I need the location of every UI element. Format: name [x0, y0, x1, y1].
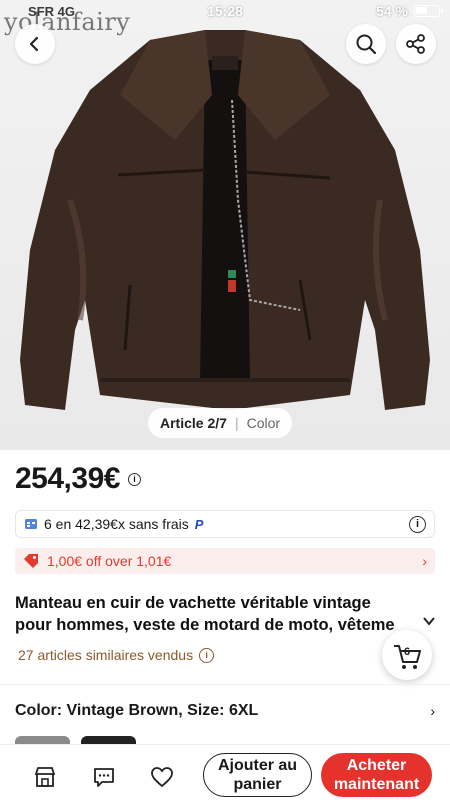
similar-sold-text: 27 articles similaires vendus	[18, 647, 194, 663]
pager-variant: Color	[246, 415, 281, 431]
battery-icon	[414, 5, 443, 17]
share-button[interactable]	[396, 24, 436, 64]
promo-banner[interactable]: 1,00€ off over 1,01€ ›	[15, 548, 435, 574]
floating-cart-button[interactable]: 6	[382, 630, 432, 680]
divider	[0, 684, 450, 685]
price-info-icon[interactable]: i	[127, 472, 141, 486]
product-title-line-1: Manteau en cuir de vachette véritable vi…	[15, 594, 371, 612]
buy-now-button[interactable]: Acheter maintenant	[321, 753, 432, 797]
product-title[interactable]: Manteau en cuir de vachette véritable vi…	[15, 592, 420, 636]
installment-info-icon[interactable]: i	[409, 515, 426, 533]
store-icon[interactable]	[33, 765, 57, 789]
product-image-gallery[interactable]: yolanfairy SFR 4G 15:28 54 % Article 2/7…	[0, 0, 450, 450]
chevron-right-icon: ›	[422, 553, 427, 569]
price-row: 254,39€ i	[15, 462, 141, 496]
battery-percent: 54 %	[376, 3, 408, 19]
chat-icon[interactable]	[92, 765, 116, 789]
buy-now-label: Acheter maintenant	[333, 757, 420, 793]
bottom-action-bar: Ajouter au panier Acheter maintenant	[0, 744, 450, 800]
price: 254,39€	[15, 462, 120, 495]
installment-text: 6 en 42,39€x sans frais	[44, 516, 189, 532]
chevron-down-icon[interactable]	[422, 614, 436, 628]
gallery-pager[interactable]: Article 2/7 | Color	[148, 408, 293, 438]
paypal-logo: P	[194, 516, 204, 532]
battery-indicator: 54 %	[376, 3, 443, 19]
add-to-cart-label: Ajouter au panier	[217, 757, 298, 793]
add-to-cart-button[interactable]: Ajouter au panier	[203, 753, 312, 797]
status-bar: SFR 4G 15:28 54 %	[0, 0, 450, 24]
pager-count: Article 2/7	[160, 415, 227, 431]
info-icon: i	[199, 647, 215, 663]
chevron-left-icon	[29, 36, 39, 52]
search-icon	[356, 34, 377, 55]
variant-selector[interactable]: Color: Vintage Brown, Size: 6XL ›	[15, 702, 435, 720]
variant-thumb[interactable]	[15, 736, 70, 744]
product-title-line-2: pour hommes, veste de motard de moto, vê…	[15, 616, 395, 634]
installment-banner[interactable]: 6 en 42,39€x sans frais P i	[15, 510, 435, 538]
variant-thumb[interactable]	[81, 736, 136, 744]
cart-count: 6	[403, 646, 411, 658]
jacket-image	[20, 30, 430, 410]
promo-text: 1,00€ off over 1,01€	[47, 553, 172, 569]
heart-icon[interactable]	[150, 765, 174, 789]
coupon-tag-icon	[24, 554, 38, 568]
share-icon	[406, 34, 425, 54]
pager-separator: |	[234, 415, 239, 431]
installment-icon	[25, 519, 37, 529]
variant-text: Color: Vintage Brown, Size: 6XL	[15, 702, 259, 719]
chevron-right-icon: ›	[430, 703, 435, 719]
similar-sold[interactable]: 27 articles similaires vendus i	[18, 647, 215, 663]
back-button[interactable]	[15, 24, 55, 64]
search-button[interactable]	[346, 24, 386, 64]
